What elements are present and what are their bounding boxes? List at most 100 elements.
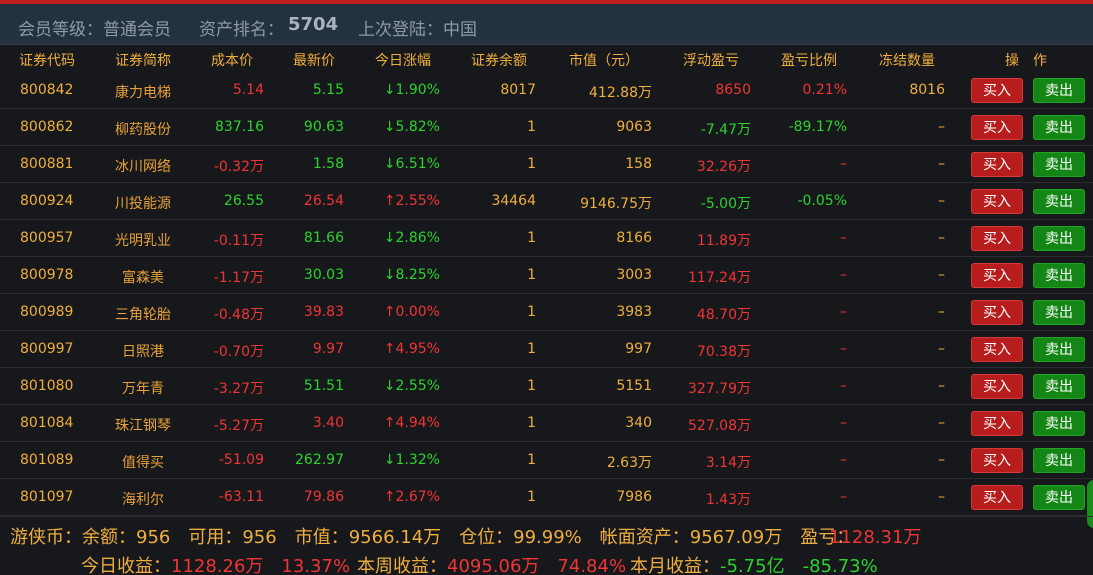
- stock-name: 柳药股份: [115, 122, 171, 138]
- holding-balance: 34464: [491, 193, 536, 209]
- table-row: 800978 富森美 -1.17万 30.03 ↓8.25% 1 3003 117.24万 – –…: [0, 257, 1093, 294]
- pnl-ratio: –: [840, 341, 847, 357]
- pnl-ratio: –: [840, 267, 847, 283]
- today-change: ↑4.95%: [383, 341, 440, 357]
- floating-pnl: 70.38万: [696, 344, 751, 360]
- buy-button[interactable]: 买入: [971, 374, 1023, 399]
- cost-price: -0.48万: [213, 307, 264, 323]
- table-row: 800881 冰川网络 -0.32万 1.58 ↓6.51% 1 158 32.26万 – – 买入…: [0, 146, 1093, 183]
- buy-button[interactable]: 买入: [971, 263, 1023, 288]
- frozen-quantity: –: [938, 267, 945, 283]
- cost-price: 26.55: [223, 193, 264, 209]
- pnl-ratio: –: [840, 378, 847, 394]
- holding-balance: 1: [527, 489, 536, 505]
- stock-code: 801089: [20, 452, 74, 468]
- col-market-value: 市值（元）: [569, 53, 639, 69]
- col-price: 最新价: [293, 53, 335, 69]
- sell-button[interactable]: 卖出: [1033, 78, 1085, 103]
- sell-button[interactable]: 卖出: [1033, 189, 1085, 214]
- sell-button[interactable]: 卖出: [1033, 337, 1085, 362]
- frozen-quantity: –: [938, 119, 945, 135]
- sell-button[interactable]: 卖出: [1033, 115, 1085, 140]
- cost-price: -0.32万: [213, 159, 264, 175]
- holding-balance: 1: [527, 452, 536, 468]
- buy-button[interactable]: 买入: [971, 115, 1023, 140]
- cost-price: -5.27万: [213, 418, 264, 434]
- sell-button[interactable]: 卖出: [1033, 448, 1085, 473]
- market-value: 9063: [616, 119, 652, 135]
- buy-button[interactable]: 买入: [971, 152, 1023, 177]
- stock-name: 日照港: [122, 344, 164, 360]
- today-change: ↑0.00%: [383, 304, 440, 320]
- pnl-ratio: -89.17%: [788, 119, 847, 135]
- market-value: 3003: [616, 267, 652, 283]
- sell-button[interactable]: 卖出: [1033, 485, 1085, 510]
- latest-price: 3.40: [312, 415, 344, 431]
- today-change: ↓2.86%: [383, 230, 440, 246]
- stock-code: 800881: [20, 156, 74, 172]
- sell-button[interactable]: 卖出: [1033, 411, 1085, 436]
- holding-balance: 8017: [500, 82, 536, 98]
- holding-balance: 1: [527, 267, 536, 283]
- holding-balance: 1: [527, 119, 536, 135]
- col-action-2: 作: [1033, 53, 1047, 69]
- stock-code: 800842: [20, 82, 74, 98]
- floating-pnl: 1.43万: [705, 492, 751, 508]
- buy-button[interactable]: 买入: [971, 78, 1023, 103]
- frozen-quantity: –: [938, 304, 945, 320]
- holding-balance: 1: [527, 156, 536, 172]
- stock-code: 800957: [20, 230, 74, 246]
- sell-button[interactable]: 卖出: [1033, 300, 1085, 325]
- latest-price: 39.83: [303, 304, 344, 320]
- frozen-quantity: 8016: [909, 82, 945, 98]
- buy-button[interactable]: 买入: [971, 448, 1023, 473]
- floating-pnl: 3.14万: [705, 455, 751, 471]
- sell-button[interactable]: 卖出: [1033, 152, 1085, 177]
- pnl-ratio: –: [840, 415, 847, 431]
- stock-name: 富森美: [122, 270, 164, 286]
- buy-button[interactable]: 买入: [971, 485, 1023, 510]
- latest-price: 5.15: [312, 82, 344, 98]
- latest-price: 90.63: [303, 119, 344, 135]
- sell-button[interactable]: 卖出: [1033, 374, 1085, 399]
- stock-name: 海利尔: [122, 492, 164, 508]
- buy-button[interactable]: 买入: [971, 226, 1023, 251]
- holding-balance: 1: [527, 341, 536, 357]
- asset-rank-value: 5704: [288, 14, 339, 35]
- earnings-summary: 今日收益： 1128.26万 13.37% 本周收益： 4095.06万 74.…: [0, 549, 1093, 575]
- holding-balance: 1: [527, 415, 536, 431]
- table-row: 801080 万年青 -3.27万 51.51 ↓2.55% 1 5151 327.79万 – –…: [0, 368, 1093, 405]
- buy-button[interactable]: 买入: [971, 337, 1023, 362]
- buy-button[interactable]: 买入: [971, 411, 1023, 436]
- sell-button[interactable]: 卖出: [1033, 263, 1085, 288]
- sell-button[interactable]: 卖出: [1033, 226, 1085, 251]
- table-row: 800997 日照港 -0.70万 9.97 ↑4.95% 1 997 70.38万 – – 买入卖…: [0, 331, 1093, 368]
- buy-button[interactable]: 买入: [971, 189, 1023, 214]
- today-change: ↑2.67%: [383, 489, 440, 505]
- market-value: 7986: [616, 489, 652, 505]
- stock-code: 800924: [20, 193, 74, 209]
- market-value: 9146.75万: [580, 196, 652, 212]
- floating-pnl: 527.08万: [688, 418, 751, 434]
- col-floating-pnl: 浮动盈亏: [683, 53, 739, 69]
- market-value: 412.88万: [589, 85, 652, 101]
- market-value: 340: [625, 415, 652, 431]
- stock-code: 801080: [20, 378, 74, 394]
- cost-price: -51.09: [218, 452, 264, 468]
- latest-price: 79.86: [303, 489, 344, 505]
- today-change: ↓8.25%: [383, 267, 440, 283]
- today-change: ↓1.90%: [383, 82, 440, 98]
- floating-pnl: -7.47万: [700, 122, 751, 138]
- pnl-ratio: –: [840, 230, 847, 246]
- holding-balance: 1: [527, 230, 536, 246]
- today-earnings-label: 今日收益：: [81, 556, 171, 575]
- cost-price: -0.11万: [213, 233, 264, 249]
- buy-button[interactable]: 买入: [971, 300, 1023, 325]
- col-frozen: 冻结数量: [879, 53, 935, 69]
- frozen-quantity: –: [938, 156, 945, 172]
- stock-name: 万年青: [122, 381, 164, 397]
- today-change: ↓6.51%: [383, 156, 440, 172]
- table-row: 800989 三角轮胎 -0.48万 39.83 ↑0.00% 1 3983 48.70万 – –…: [0, 294, 1093, 331]
- col-code: 证券代码: [19, 53, 75, 69]
- cost-price: 5.14: [232, 82, 264, 98]
